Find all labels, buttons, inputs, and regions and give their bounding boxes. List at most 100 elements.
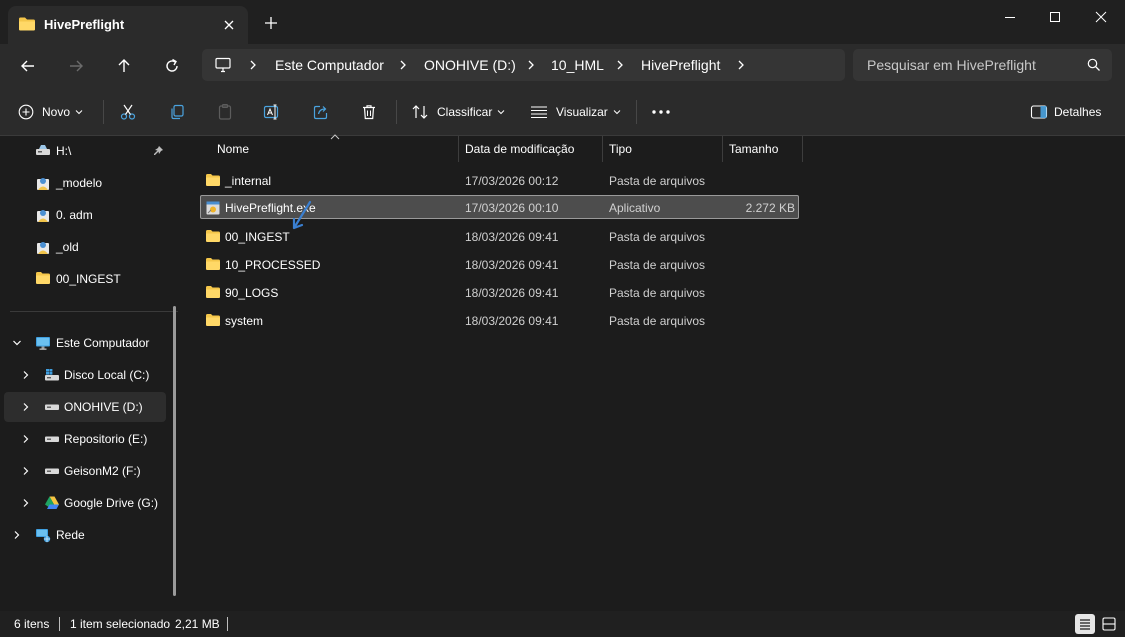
sidebar-item-old[interactable]: _old	[4, 232, 166, 262]
file-date: 18/03/2026 09:41	[465, 286, 559, 300]
forward-arrow-icon[interactable]	[65, 55, 87, 77]
search-icon[interactable]	[1086, 57, 1102, 73]
copy-icon	[168, 103, 186, 121]
up-arrow-icon[interactable]	[113, 55, 135, 77]
drive-icon	[44, 399, 60, 415]
new-label: Novo	[42, 105, 71, 119]
back-arrow-icon[interactable]	[17, 55, 39, 77]
rename-button[interactable]	[263, 88, 281, 136]
chevron-right-icon[interactable]	[20, 401, 32, 413]
share-button[interactable]	[312, 88, 330, 136]
details-view-icon[interactable]	[1075, 614, 1095, 634]
sidebar-item-google-drive-g[interactable]: Google Drive (G:)	[4, 488, 166, 518]
column-header-name[interactable]: Nome	[210, 136, 458, 162]
chevron-right-icon[interactable]	[248, 59, 258, 71]
maximize-icon[interactable]	[1046, 8, 1064, 26]
column-divider[interactable]	[802, 136, 803, 162]
more-button[interactable]	[651, 88, 671, 136]
computer-icon	[35, 335, 51, 351]
details-pane-button[interactable]: Detalhes	[1030, 88, 1101, 136]
sidebar-scrollbar[interactable]	[173, 306, 176, 596]
chevron-right-icon[interactable]	[398, 59, 408, 71]
breadcrumb-este-computador[interactable]: Este Computador	[275, 57, 384, 73]
column-header-date[interactable]: Data de modificação	[458, 136, 602, 162]
sidebar-item-label: Este Computador	[56, 336, 150, 350]
chevron-down-icon[interactable]	[11, 337, 23, 349]
command-bar: Novo Classificar Visualizar Detalhes	[0, 88, 1125, 136]
tiles-view-icon[interactable]	[1099, 614, 1119, 634]
paste-icon	[216, 103, 234, 121]
breadcrumb-hivepreflight[interactable]: HivePreflight	[641, 57, 720, 73]
file-row-internal[interactable]: _internal 17/03/2026 00:12 Pasta de arqu…	[200, 168, 799, 192]
delete-button[interactable]	[360, 88, 378, 136]
column-header-label: Data de modificação	[465, 142, 575, 156]
chevron-right-icon[interactable]	[11, 529, 23, 541]
file-row-10-processed[interactable]: 10_PROCESSED 18/03/2026 09:41 Pasta de a…	[200, 252, 799, 276]
share-icon	[312, 103, 330, 121]
column-header-size[interactable]: Tamanho	[722, 136, 802, 162]
file-name: _internal	[225, 174, 272, 188]
new-button[interactable]: Novo	[18, 88, 83, 136]
chevron-right-icon[interactable]	[736, 59, 746, 71]
file-name: 10_PROCESSED	[225, 258, 321, 272]
folder-icon	[205, 257, 221, 271]
pin-icon[interactable]	[152, 145, 164, 157]
delete-icon	[360, 103, 378, 121]
file-type: Pasta de arquivos	[609, 314, 706, 328]
sidebar-item-geisonm2-f[interactable]: GeisonM2 (F:)	[4, 456, 166, 486]
breadcrumb-10-hml[interactable]: 10_HML	[551, 57, 604, 73]
refresh-icon[interactable]	[161, 55, 183, 77]
minimize-icon[interactable]	[1001, 8, 1019, 26]
column-header-label: Tamanho	[729, 142, 779, 156]
chevron-right-icon[interactable]	[615, 59, 625, 71]
file-date: 18/03/2026 09:41	[465, 314, 559, 328]
exe-icon	[205, 200, 221, 216]
sidebar-item-label: GeisonM2 (F:)	[64, 464, 141, 478]
status-divider	[59, 617, 60, 631]
breadcrumb-onohive[interactable]: ONOHIVE (D:)	[424, 57, 516, 73]
tab-hivepreflight[interactable]: HivePreflight	[8, 6, 248, 44]
view-button[interactable]: Visualizar	[530, 88, 621, 136]
file-type: Pasta de arquivos	[609, 174, 706, 188]
sidebar-item-este-computador[interactable]: Este Computador	[4, 328, 166, 358]
folder-icon	[35, 271, 51, 285]
copy-button[interactable]	[168, 88, 186, 136]
drive-icon	[44, 431, 60, 447]
user-folder-icon	[35, 239, 51, 255]
sidebar-item-modelo[interactable]: _modelo	[4, 168, 166, 198]
windows-drive-icon	[44, 367, 60, 383]
close-window-icon[interactable]	[1092, 8, 1110, 26]
status-divider	[227, 617, 228, 631]
cut-icon	[119, 103, 137, 121]
close-tab-icon[interactable]	[220, 16, 238, 34]
chevron-right-icon[interactable]	[20, 369, 32, 381]
sidebar-item-repositorio-e[interactable]: Repositorio (E:)	[4, 424, 166, 454]
sidebar-item-00-ingest[interactable]: 00_INGEST	[4, 264, 166, 294]
chevron-right-icon[interactable]	[20, 497, 32, 509]
file-date: 18/03/2026 09:41	[465, 230, 559, 244]
sidebar-item-h-drive[interactable]: H:\	[4, 136, 166, 166]
chevron-right-icon[interactable]	[20, 433, 32, 445]
mouse-pointer-icon	[290, 200, 314, 234]
file-row-system[interactable]: system 18/03/2026 09:41 Pasta de arquivo…	[200, 308, 799, 332]
sidebar-item-0-adm[interactable]: 0. adm	[4, 200, 166, 230]
file-type: Aplicativo	[609, 201, 661, 215]
paste-button[interactable]	[216, 88, 234, 136]
sidebar-item-onohive-d[interactable]: ONOHIVE (D:)	[4, 392, 166, 422]
sort-button[interactable]: Classificar	[411, 88, 505, 136]
file-row-90-logs[interactable]: 90_LOGS 18/03/2026 09:41 Pasta de arquiv…	[200, 280, 799, 304]
sidebar-item-rede[interactable]: Rede	[4, 520, 166, 550]
new-tab-icon[interactable]	[262, 14, 280, 32]
sidebar-item-label: ONOHIVE (D:)	[64, 400, 143, 414]
chevron-right-icon[interactable]	[20, 465, 32, 477]
search-input[interactable]: Pesquisar em HivePreflight	[853, 49, 1112, 81]
file-name: 00_INGEST	[225, 230, 290, 244]
column-header-type[interactable]: Tipo	[602, 136, 722, 162]
selection-count: 1 item selecionado	[70, 617, 171, 631]
file-type: Pasta de arquivos	[609, 258, 706, 272]
sidebar-item-disco-local-c[interactable]: Disco Local (C:)	[4, 360, 166, 390]
cut-button[interactable]	[119, 88, 137, 136]
address-bar[interactable]: Este Computador ONOHIVE (D:) 10_HML Hive…	[202, 49, 845, 81]
chevron-right-icon[interactable]	[526, 59, 536, 71]
toolbar-divider	[636, 100, 637, 124]
